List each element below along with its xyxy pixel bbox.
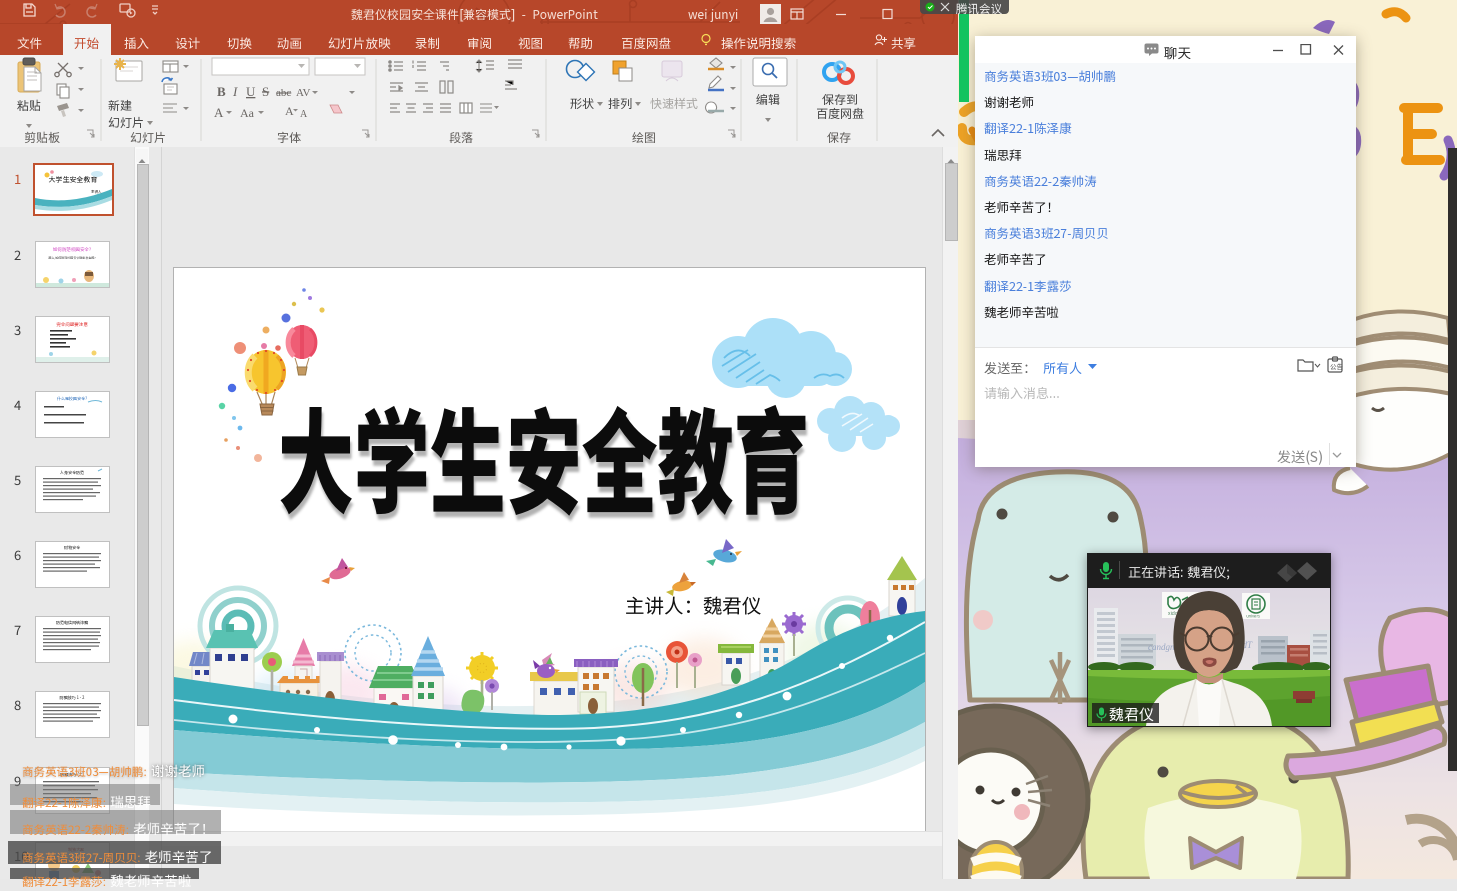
svg-text:防骗技巧 1 - 2: 防骗技巧 1 - 2: [60, 695, 86, 701]
svg-text:univers: univers: [1246, 614, 1260, 620]
svg-text:什么是校园安全?: 什么是校园安全?: [56, 396, 87, 402]
svg-text:完全问题要注意: 完全问题要注意: [56, 321, 88, 328]
svg-text:如何防范校园安全?: 如何防范校园安全?: [52, 246, 91, 253]
svg-text:制独大黑: 制独大黑: [68, 847, 84, 853]
svg-text:公告: 公告: [1330, 361, 1343, 371]
svg-text:人身安全防范: 人身安全防范: [59, 470, 84, 476]
svg-text:大学生安全教育: 大学生安全教育: [49, 175, 98, 185]
svg-text:财物安全: 财物安全: [64, 545, 81, 551]
svg-text:主讲人: 主讲人: [91, 189, 102, 195]
svg-text:防范电信网络诈骗: 防范电信网络诈骗: [56, 620, 88, 626]
svg-text:防骗技巧 (二): 防骗技巧 (二): [60, 772, 84, 778]
svg-text:那么,如何防范校园安全隐患发生呢?: 那么,如何防范校园安全隐患发生呢?: [47, 255, 96, 260]
